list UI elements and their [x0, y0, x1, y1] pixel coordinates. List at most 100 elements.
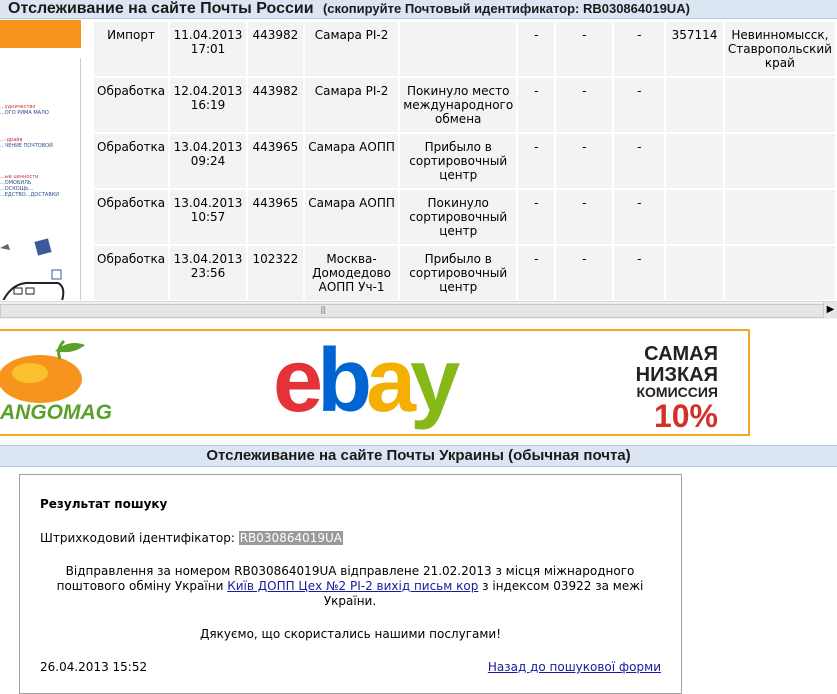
ukraine-tracking-header: Отслеживание на сайте Почты Украины (обы… — [0, 445, 837, 467]
ebay-letter: y — [410, 331, 460, 431]
promo-line: КОМИССИЯ — [636, 384, 718, 400]
cell-time: 16:19 — [190, 98, 226, 112]
russia-tracking-table-container[interactable]: Импорт 11.04.2013 17:01 443982 Самара PI-2- -… — [92, 20, 837, 301]
table-cell-op: Импорт — [94, 22, 169, 76]
table-cell-index: 443982 — [247, 22, 303, 76]
russia-tracking-subtitle: (скопируйте Почтовый идентификатор: RB03… — [322, 1, 690, 16]
table-cell-index: 443965 — [247, 134, 303, 188]
result-datetime: 26.04.2013 15:52 — [40, 660, 148, 674]
table-cell-dest_index — [666, 78, 723, 132]
ebay-logo: ebay — [273, 331, 460, 431]
mango-brand-text: ANGOMAG — [0, 401, 112, 424]
table-cell-dest_index — [666, 190, 723, 244]
table-cell-c8: - — [614, 78, 665, 132]
cell-date: 11.04.2013 — [173, 28, 243, 42]
table-cell-dest_index — [666, 246, 723, 300]
table-row: Обработка 12.04.2013 16:19 443982 Самара PI-… — [94, 78, 835, 132]
table-cell-c8: - — [614, 190, 665, 244]
office-link[interactable]: Київ ДОПП Цех №2 PI-2 вихід письм кор — [227, 579, 478, 593]
table-cell-op: Обработка — [94, 78, 169, 132]
horizontal-scrollbar[interactable]: ||| ▶ — [0, 301, 837, 319]
table-cell-c6: - — [518, 78, 555, 132]
ebay-letter: e — [273, 331, 323, 431]
ebay-letter: a — [366, 331, 416, 431]
left-ad-text: ...ЧЕНИЕ ПОЧТОВОЙ — [0, 143, 53, 149]
ebay-letter: b — [317, 331, 372, 431]
barcode-label: Штрихкодовий ідентифікатор: — [40, 531, 235, 545]
table-row: Обработка 13.04.2013 10:57 443965 Самара АОП… — [94, 190, 835, 244]
scroll-right-arrow-icon[interactable]: ▶ — [823, 302, 837, 318]
left-ad-text: ...ОГО РИМА МАЛО — [0, 110, 49, 116]
ebay-ad-banner[interactable]: ANGOMAG ebay САМАЯ НИЗКАЯ КОМИССИЯ 10% — [0, 329, 750, 436]
table-cell-place: Самара PI-2 — [304, 78, 399, 132]
table-cell-c7: - — [556, 246, 613, 300]
cell-time: 17:01 — [190, 42, 226, 56]
promo-line: НИЗКАЯ — [635, 364, 718, 386]
table-cell-c7: - — [556, 134, 613, 188]
cell-time: 23:56 — [190, 266, 226, 280]
cell-date: 12.04.2013 — [173, 84, 243, 98]
barcode-line: Штрихкодовий ідентифікатор: RB030864019U… — [40, 531, 343, 545]
table-cell-c8: - — [614, 246, 665, 300]
cell-date: 13.04.2013 — [173, 196, 243, 210]
table-cell-attr: Покинуло место международного обмена — [400, 78, 517, 132]
table-cell-c6: - — [518, 246, 555, 300]
left-ad-panel: ...удничество ...ОГО РИМА МАЛО ...-драйв… — [0, 58, 81, 300]
back-to-search-link[interactable]: Назад до пошукової форми — [488, 660, 661, 674]
shipment-message: Відправлення за номером RB030864019UA ві… — [50, 564, 650, 609]
left-ad[interactable]: ...удничество ...ОГО РИМА МАЛО ...-драйв… — [0, 20, 81, 300]
table-cell-datetime: 13.04.2013 09:24 — [170, 134, 246, 188]
table-cell-index: 102322 — [247, 246, 303, 300]
table-cell-op: Обработка — [94, 190, 169, 244]
table-cell-datetime: 13.04.2013 23:56 — [170, 246, 246, 300]
table-cell-c7: - — [556, 22, 613, 76]
promo-percent: 10% — [653, 398, 718, 434]
scrollbar-grip-icon: ||| — [320, 305, 326, 314]
table-cell-attr: Прибыло в сортировочный центр — [400, 134, 517, 188]
table-cell-attr: Прибыло в сортировочный центр — [400, 246, 517, 300]
cell-time: 10:57 — [190, 210, 226, 224]
table-cell-attr — [400, 22, 517, 76]
table-cell-index: 443982 — [247, 78, 303, 132]
thanks-text: Дякуємо, що скористались нашими послугам… — [199, 627, 502, 641]
search-result-box: Результат пошуку Штрихкодовий ідентифіка… — [19, 474, 682, 694]
left-ad-orange-bar — [0, 20, 81, 48]
commission-promo: САМАЯ НИЗКАЯ КОМИССИЯ 10% — [636, 343, 718, 433]
table-row: Импорт 11.04.2013 17:01 443982 Самара PI-2- -… — [94, 22, 835, 76]
table-cell-op: Обработка — [94, 134, 169, 188]
table-cell-datetime: 12.04.2013 16:19 — [170, 78, 246, 132]
table-cell-datetime: 13.04.2013 10:57 — [170, 190, 246, 244]
table-cell-op: Обработка — [94, 246, 169, 300]
left-ad-illustration — [0, 238, 65, 300]
cell-date: 13.04.2013 — [173, 252, 243, 266]
cell-time: 09:24 — [190, 154, 226, 168]
scrollbar-thumb[interactable] — [0, 304, 828, 318]
table-cell-c6: - — [518, 22, 555, 76]
table-cell-datetime: 11.04.2013 17:01 — [170, 22, 246, 76]
table-row: Обработка 13.04.2013 09:24 443965 Самара АОП… — [94, 134, 835, 188]
table-cell-index: 443965 — [247, 190, 303, 244]
table-cell-place: Самара PI-2 — [304, 22, 399, 76]
table-cell-c7: - — [556, 78, 613, 132]
table-cell-c8: - — [614, 22, 665, 76]
table-cell-dest — [724, 78, 835, 132]
table-cell-place: Самара АОПП — [304, 190, 399, 244]
table-cell-c6: - — [518, 190, 555, 244]
table-row: Обработка 13.04.2013 23:56 102322 Москва-Дом… — [94, 246, 835, 300]
table-cell-dest — [724, 190, 835, 244]
table-cell-dest — [724, 134, 835, 188]
russia-tracking-title: Отслеживание на сайте Почты России — [8, 0, 314, 17]
table-cell-place: Самара АОПП — [304, 134, 399, 188]
table-cell-attr: Покинуло сортировочный центр — [400, 190, 517, 244]
promo-line: САМАЯ — [644, 343, 718, 365]
table-cell-c8: - — [614, 134, 665, 188]
table-cell-c6: - — [518, 134, 555, 188]
table-cell-dest_index — [666, 134, 723, 188]
russia-tracking-table: Импорт 11.04.2013 17:01 443982 Самара PI-2- -… — [92, 20, 837, 301]
cell-date: 13.04.2013 — [173, 140, 243, 154]
barcode-value[interactable]: RB030864019UA — [238, 531, 343, 545]
table-cell-dest: Невинномысск, Ставропольский край — [724, 22, 835, 76]
table-cell-place: Москва-Домодедово АОПП Уч-1 — [304, 246, 399, 300]
result-title: Результат пошуку — [40, 497, 168, 511]
mango-fruit-logo — [0, 339, 85, 403]
